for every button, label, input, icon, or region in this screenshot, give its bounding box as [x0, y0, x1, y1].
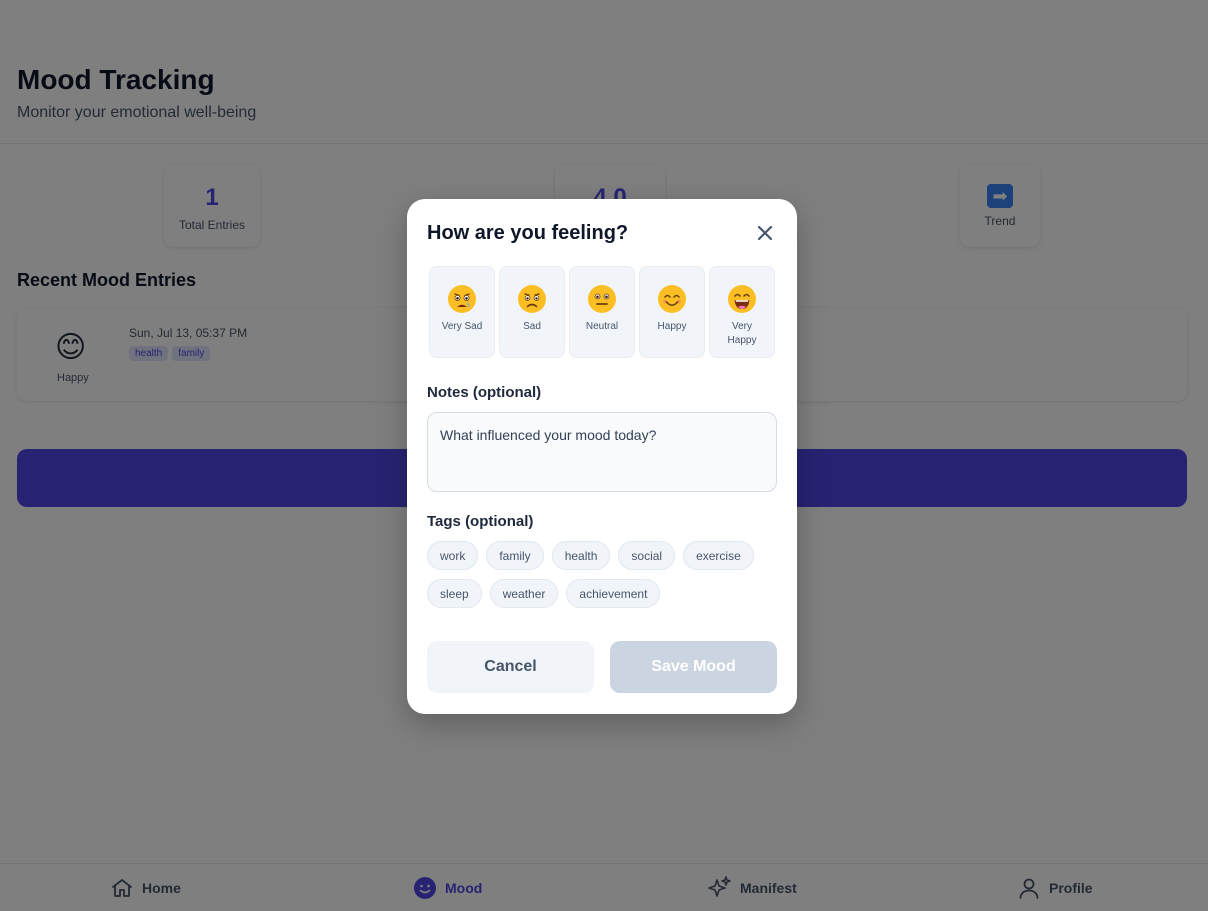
mood-label: Sad	[523, 321, 541, 332]
mood-option-neutral[interactable]: Neutral	[569, 266, 635, 358]
notes-field[interactable]	[427, 412, 777, 492]
very-sad-face-icon	[448, 285, 476, 313]
mood-label: Very Happy	[727, 321, 757, 346]
tag-chip-achievement[interactable]: achievement	[566, 579, 661, 608]
tag-chip-health[interactable]: health	[551, 541, 611, 570]
mood-option-happy[interactable]: Happy	[639, 266, 705, 358]
mood-entry-modal: How are you feeling? Very Sad Sad Neutra…	[407, 199, 797, 714]
tag-chip-exercise[interactable]: exercise	[683, 541, 754, 570]
save-mood-button[interactable]: Save Mood	[610, 641, 777, 693]
close-button[interactable]	[753, 221, 777, 245]
tag-chip-weather[interactable]: weather	[489, 579, 559, 608]
mood-option-very-happy[interactable]: Very Happy	[709, 266, 775, 358]
mood-label: Neutral	[585, 321, 619, 332]
happy-face-icon	[658, 285, 686, 313]
very-happy-face-icon	[728, 285, 756, 313]
tags-label: Tags (optional)	[427, 513, 534, 530]
modal-title: How are you feeling?	[427, 222, 629, 244]
tag-chip-family[interactable]: family	[486, 541, 544, 570]
neutral-face-icon	[588, 285, 616, 313]
tag-chip-sleep[interactable]: sleep	[427, 579, 482, 608]
sad-face-icon	[518, 285, 546, 313]
mood-option-very-sad[interactable]: Very Sad	[429, 266, 495, 358]
mood-option-sad[interactable]: Sad	[499, 266, 565, 358]
mood-label: Very Sad	[441, 321, 483, 332]
mood-label: Happy	[657, 321, 687, 332]
notes-label: Notes (optional)	[427, 384, 542, 401]
close-icon	[757, 225, 773, 241]
tag-chip-social[interactable]: social	[618, 541, 676, 570]
tag-options: work family health social exercise sleep…	[427, 541, 777, 608]
mood-options: Very Sad Sad Neutral Happy Very Happy	[429, 266, 775, 358]
tag-chip-work[interactable]: work	[427, 541, 479, 570]
cancel-button[interactable]: Cancel	[427, 641, 594, 693]
